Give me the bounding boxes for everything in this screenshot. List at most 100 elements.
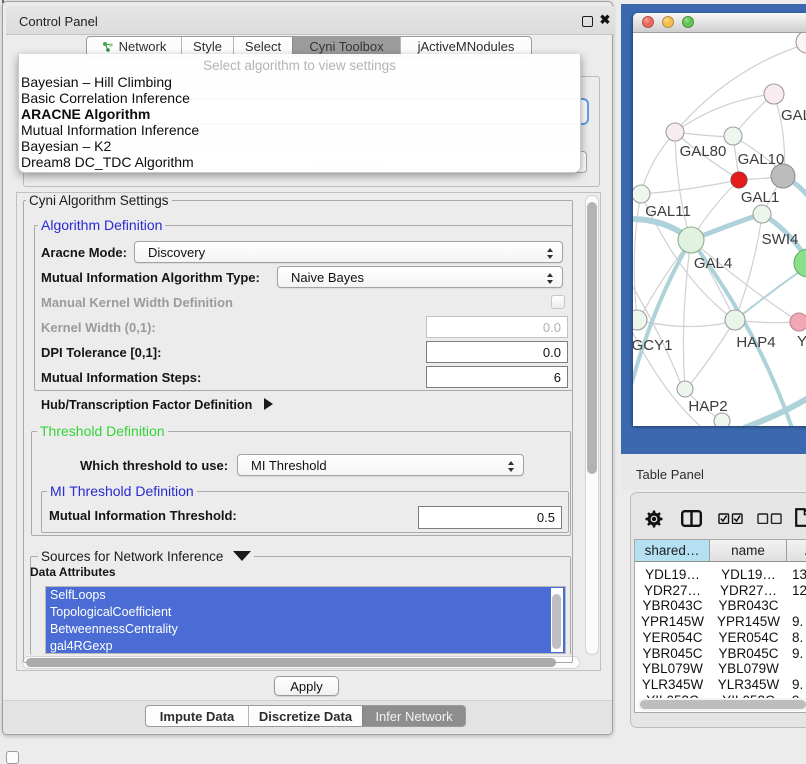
network-edge[interactable] xyxy=(691,240,796,320)
mi-threshold-field[interactable]: 0.5 xyxy=(418,506,562,529)
network-icon xyxy=(102,41,114,53)
network-node-big-green[interactable] xyxy=(794,249,806,277)
attribute-list-item[interactable]: gal4RGexp xyxy=(46,638,565,654)
dpi-tolerance-field[interactable]: 0.0 xyxy=(426,341,568,363)
table-cell: 9. xyxy=(787,646,806,662)
algorithm-definition-title: Algorithm Definition xyxy=(38,217,165,233)
manual-kernel-label: Manual Kernel Width Definition xyxy=(41,295,233,310)
table-row[interactable]: YER054CYER054C8. xyxy=(635,630,806,646)
float-window-button[interactable] xyxy=(582,16,593,27)
table-row[interactable]: YDL19…YDL19…13 xyxy=(635,567,806,583)
sources-title[interactable]: Sources for Network Inference xyxy=(38,549,254,564)
algorithm-option[interactable]: Bayesian – K2 xyxy=(20,138,579,154)
mi-type-label: Mutual Information Algorithm Type: xyxy=(41,270,260,285)
network-edge[interactable] xyxy=(641,132,675,193)
kernel-width-field[interactable]: 0.0 xyxy=(426,316,568,338)
network-node-HAP2[interactable] xyxy=(677,381,693,397)
expand-right-icon[interactable] xyxy=(264,398,273,410)
network-node-label: GAL2 xyxy=(781,107,806,124)
apply-button[interactable]: Apply xyxy=(274,676,339,696)
table-row[interactable]: YLR345WYLR345W9. xyxy=(635,677,806,693)
attribute-list-item[interactable]: BetweennessCentrality xyxy=(46,621,565,638)
algorithm-option[interactable]: Mutual Information Inference xyxy=(20,122,579,138)
network-edge[interactable] xyxy=(675,94,774,132)
algorithm-option[interactable]: Bayesian – Hill Climbing xyxy=(20,74,579,90)
aracne-mode-label: Aracne Mode: xyxy=(41,245,127,260)
column-header-A[interactable]: A xyxy=(787,540,806,562)
split-columns-icon[interactable] xyxy=(681,510,702,527)
table-cell: YBR045C xyxy=(635,646,710,662)
attributes-list-scrollbar[interactable] xyxy=(551,588,563,652)
network-node-red-node[interactable] xyxy=(731,172,747,188)
close-traffic-light[interactable] xyxy=(642,16,654,28)
network-node-GAL80[interactable] xyxy=(666,123,684,141)
table-row[interactable]: YDR27…YDR27…12 xyxy=(635,583,806,599)
hub-definition-label[interactable]: Hub/Transcription Factor Definition xyxy=(41,398,273,412)
tab-label: Style xyxy=(193,39,222,54)
table-horizontal-scrollbar-thumb[interactable] xyxy=(640,700,806,709)
column-header-shared…[interactable]: shared… xyxy=(635,540,710,562)
aracne-mode-combobox[interactable]: Discovery xyxy=(134,241,563,263)
tab-impute-data[interactable]: Impute Data xyxy=(146,706,248,726)
tab-label: Cyni Toolbox xyxy=(309,39,383,54)
table-row[interactable]: YBL079WYBL079W xyxy=(635,661,806,677)
network-edge[interactable] xyxy=(683,240,691,387)
network-node-top-cut[interactable] xyxy=(796,33,806,53)
algorithm-option[interactable]: Basic Correlation Inference xyxy=(20,90,579,106)
attribute-list-item[interactable]: TopologicalCoefficient xyxy=(46,604,565,621)
mi-steps-field[interactable]: 6 xyxy=(426,366,568,388)
table-row[interactable]: YBR043CYBR043C xyxy=(635,598,806,614)
network-edge[interactable] xyxy=(735,216,762,320)
node-table[interactable]: shared…nameA YDL19…YDL19…13YDR27…YDR27…1… xyxy=(634,539,806,713)
network-node-pink-right[interactable] xyxy=(790,313,806,331)
table-cell: YLR345W xyxy=(635,677,710,693)
algorithm-option[interactable]: ARACNE Algorithm xyxy=(20,106,579,122)
algorithm-option[interactable]: Dream8 DC_TDC Algorithm xyxy=(20,154,579,170)
table-horizontal-scrollbar[interactable] xyxy=(637,698,806,711)
network-edge-thick[interactable] xyxy=(633,240,691,426)
tab-discretize-data[interactable]: Discretize Data xyxy=(248,706,362,726)
network-edge[interactable] xyxy=(688,320,735,387)
data-attributes-list[interactable]: SelfLoopsTopologicalCoefficientBetweenne… xyxy=(45,586,566,654)
minimize-traffic-light[interactable] xyxy=(662,16,674,28)
gear-icon[interactable] xyxy=(645,510,663,528)
network-edge[interactable] xyxy=(643,180,739,194)
network-node-label: SWI4 xyxy=(762,231,799,248)
document-icon[interactable] xyxy=(795,508,806,527)
mi-type-value: Naive Bayes xyxy=(291,267,364,288)
checked-columns-icon[interactable] xyxy=(718,513,743,524)
network-edge-thick[interactable] xyxy=(735,266,806,320)
table-cell: YBL079W xyxy=(710,661,787,677)
unchecked-columns-icon[interactable] xyxy=(757,513,782,524)
tab-infer-network[interactable]: Infer Network xyxy=(362,706,465,726)
partial-checkbox[interactable] xyxy=(6,751,19,764)
close-window-button[interactable]: ✖ xyxy=(598,11,612,29)
table-row[interactable]: YBR045CYBR045C9. xyxy=(635,646,806,662)
table-toolbar xyxy=(631,493,806,538)
network-node-label: GAL11 xyxy=(645,203,691,220)
network-node-HAP4[interactable] xyxy=(725,310,745,330)
network-canvas[interactable]: GAL2GAL80GAL10GAL1GAL11SWI4GAL4GCY1HAP4Y… xyxy=(633,33,806,426)
table-panel-title: Table Panel xyxy=(636,467,704,482)
mi-type-combobox[interactable]: Naive Bayes xyxy=(277,266,563,288)
table-row[interactable]: YPR145WYPR145W9. xyxy=(635,614,806,630)
network-node-label: GAL1 xyxy=(741,189,779,206)
network-node-GAL11[interactable] xyxy=(633,185,650,203)
network-node-GAL4[interactable] xyxy=(678,227,704,253)
table-cell: YDR27… xyxy=(710,583,787,599)
attribute-list-item[interactable]: SelfLoops xyxy=(46,587,565,604)
network-node-GAL2[interactable] xyxy=(764,84,784,104)
network-node-GAL10[interactable] xyxy=(724,127,742,145)
network-node-SWI4[interactable] xyxy=(753,205,771,223)
collapse-down-icon[interactable] xyxy=(233,551,251,561)
which-threshold-combobox[interactable]: MI Threshold xyxy=(237,454,524,476)
manual-kernel-checkbox[interactable] xyxy=(551,295,565,309)
network-node-label: GAL4 xyxy=(694,255,732,272)
attributes-list-scrollbar-thumb[interactable] xyxy=(552,594,561,649)
network-node-GCY1[interactable] xyxy=(633,310,647,330)
column-header-name[interactable]: name xyxy=(710,540,787,562)
mi-steps-value: 6 xyxy=(554,367,561,388)
table-panel-header: Table Panel xyxy=(621,454,806,490)
zoom-traffic-light[interactable] xyxy=(682,16,694,28)
network-edge-thick[interactable] xyxy=(744,398,806,426)
